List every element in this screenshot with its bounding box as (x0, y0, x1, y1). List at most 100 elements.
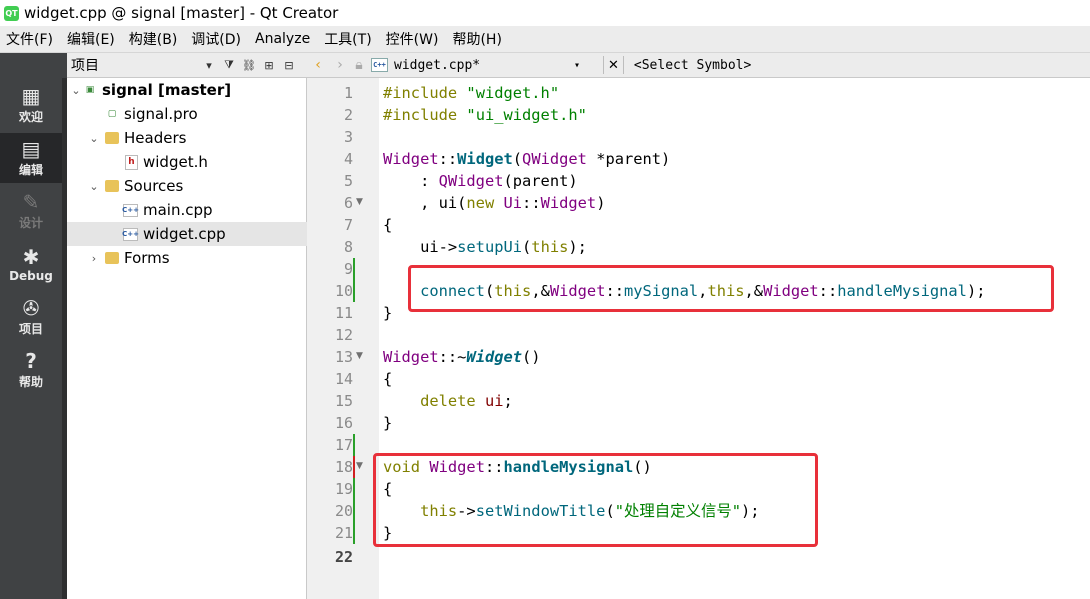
tree-item-project[interactable]: ⌄ ▣ signal [master] (67, 78, 307, 102)
code-token: , ui( (383, 194, 467, 212)
window-title: widget.cpp @ signal [master] - Qt Creato… (24, 4, 339, 22)
code-line-13: Widget::~Widget() (383, 346, 541, 368)
line-number: 15 (334, 392, 353, 410)
menu-debug[interactable]: 调试(D) (185, 29, 249, 49)
tree-item-headers[interactable]: ⌄ Headers (67, 126, 307, 150)
change-marker (353, 478, 355, 544)
tree-item-sources[interactable]: ⌄ Sources (67, 174, 307, 198)
line-number: 3 (343, 128, 353, 146)
code-token: ; (503, 392, 513, 410)
folder-icon (105, 180, 119, 192)
fold-marker-icon[interactable]: ▼ (356, 351, 363, 361)
menu-tools[interactable]: 工具(T) (318, 29, 379, 49)
line-number: 10 (334, 282, 353, 300)
back-arrow-icon[interactable]: ‹ (307, 57, 329, 73)
code-token: Ui (503, 194, 523, 212)
mode-debug[interactable]: ✱ Debug (0, 239, 62, 289)
chevron-right-icon[interactable]: › (87, 252, 101, 265)
qt-logo-icon: QT (4, 5, 19, 21)
edit-icon: ▤ (21, 137, 41, 161)
code-token: :: (522, 194, 541, 212)
code-token: ); (568, 238, 587, 256)
tree-item-forms[interactable]: › Forms (67, 246, 307, 270)
menu-edit[interactable]: 编辑(E) (61, 29, 123, 49)
code-line-4: Widget::Widget(QWidget *parent) (383, 148, 670, 170)
modebar-top (0, 53, 67, 78)
code-line-15: delete ui; (383, 390, 513, 412)
fold-marker-icon[interactable]: ▼ (356, 197, 363, 207)
menu-build[interactable]: 构建(B) (123, 29, 186, 49)
forward-arrow-icon[interactable]: › (329, 57, 351, 73)
line-number: 1 (343, 84, 353, 102)
line-number: 19 (334, 480, 353, 498)
code-token: ::~ (438, 348, 467, 366)
menu-analyze[interactable]: Analyze (249, 31, 318, 47)
chevron-down-icon[interactable]: ⌄ (69, 84, 83, 97)
chevron-down-icon[interactable]: ▾ (199, 59, 219, 72)
link-icon[interactable]: ⛓ (239, 59, 259, 72)
menu-file[interactable]: 文件(F) (0, 29, 61, 49)
line-number: 9 (343, 260, 353, 278)
tree-item-widget-cpp[interactable]: C++ widget.cpp (67, 222, 307, 246)
code-line-7: { (383, 216, 393, 234)
tree-item-main-cpp[interactable]: C++ main.cpp (67, 198, 307, 222)
mode-design[interactable]: ✎ 设计 (0, 186, 62, 236)
line-number-current: 22 (334, 548, 353, 566)
menu-widgets[interactable]: 控件(W) (380, 29, 447, 49)
code-token: "widget.h" (466, 84, 560, 102)
line-number: 12 (334, 326, 353, 344)
code-token: "ui_widget.h" (466, 106, 587, 124)
filter-icon[interactable]: ⧩ (219, 58, 239, 72)
mode-projects[interactable]: ✇ 项目 (0, 292, 62, 342)
mode-edit-label: 编辑 (18, 163, 43, 177)
chevron-down-icon[interactable]: ⌄ (87, 180, 101, 193)
cpp-file-icon: C++ (122, 203, 139, 217)
mode-edit[interactable]: ▤ 编辑 (0, 133, 62, 183)
chevron-down-icon[interactable]: ⌄ (87, 132, 101, 145)
file-selector[interactable]: C++ widget.cpp* ▾ (367, 58, 599, 73)
code-token: QWidget (522, 150, 587, 168)
symbol-selector[interactable]: <Select Symbol> (634, 58, 751, 73)
mode-help[interactable]: ? 帮助 (0, 345, 62, 395)
code-token: Widget (457, 150, 513, 168)
line-number: 2 (343, 106, 353, 124)
editor-toolbar: ‹ › 🔒︎ C++ widget.cpp* ▾ ✕ <Select Symbo… (307, 53, 1090, 78)
line-number: 7 (343, 216, 353, 234)
menu-help[interactable]: 帮助(H) (446, 29, 509, 49)
close-panel-icon[interactable]: ⊟ (279, 59, 299, 72)
project-panel-title: 项目 (71, 58, 99, 74)
tree-item-label: Headers (124, 129, 187, 147)
split-icon[interactable]: ⊞ (259, 59, 279, 72)
code-token: ui (484, 392, 504, 410)
line-number: 8 (343, 238, 353, 256)
code-line-5: : QWidget(parent) (383, 170, 578, 192)
code-line-11: } (383, 304, 393, 322)
mode-welcome[interactable]: ▦ 欢迎 (0, 80, 62, 130)
code-token: ui-> (383, 238, 458, 256)
change-marker (353, 258, 355, 302)
code-token: () (522, 348, 541, 366)
project-tree: ⌄ ▣ signal [master] ▢ signal.pro ⌄ Heade… (67, 78, 307, 599)
tree-item-pro[interactable]: ▢ signal.pro (67, 102, 307, 126)
title-bar: QT widget.cpp @ signal [master] - Qt Cre… (0, 0, 1090, 26)
tree-item-label: widget.h (143, 153, 208, 171)
change-marker (353, 434, 355, 456)
line-number: 18 (334, 458, 353, 476)
project-panel-header: 项目 ▾ ⧩ ⛓ ⊞ ⊟ (67, 53, 307, 78)
cpp-file-icon: C++ (371, 58, 388, 72)
code-token: Widget (383, 348, 439, 366)
code-token: ( (522, 238, 532, 256)
code-token: QWidget (438, 172, 504, 190)
line-number: 5 (343, 172, 353, 190)
close-icon[interactable]: ✕ (608, 58, 619, 73)
tree-item-widget-h[interactable]: h widget.h (67, 150, 307, 174)
fold-marker-icon[interactable]: ▼ (356, 461, 363, 471)
line-number: 4 (343, 150, 353, 168)
change-marker (353, 456, 355, 478)
code-line-6: , ui(new Ui::Widget) (383, 192, 605, 214)
open-file-name: widget.cpp* (394, 57, 481, 73)
mode-projects-label: 项目 (18, 322, 43, 336)
code-token: Widget (466, 348, 523, 366)
tree-item-label: Forms (124, 249, 170, 267)
